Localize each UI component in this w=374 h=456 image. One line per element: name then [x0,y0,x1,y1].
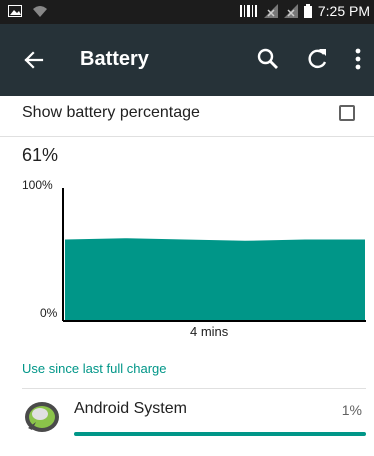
usage-bar-fill [74,432,366,436]
usage-bar [74,432,366,436]
more-vert-icon[interactable] [348,45,368,73]
app-name: Android System [74,400,187,417]
back-arrow-icon[interactable] [20,46,48,74]
battery-percent: 61% [22,145,59,165]
image-notification-icon [8,5,22,17]
divider [22,388,366,389]
app-percent: 1% [341,402,362,418]
page-title: Battery [80,48,149,70]
use-since-header: Use since last full charge [22,361,167,376]
signal-icon [263,4,278,18]
status-right: 7:25 PM [239,3,370,19]
chart-area-series [65,238,365,320]
battery-history-chart [62,188,366,322]
status-time: 7:25 PM [317,3,370,19]
signal-icon [283,4,298,18]
usage-list-item[interactable]: Android System 1% [0,390,374,456]
show-battery-percentage-label: Show battery percentage [22,104,200,121]
android-system-icon [25,402,59,432]
battery-icon [303,4,312,18]
show-battery-percentage-checkbox[interactable] [339,105,355,121]
refresh-icon[interactable] [304,45,332,73]
status-bar: 7:25 PM [0,0,374,24]
wifi-icon [33,6,47,17]
toolbar: Battery [0,24,374,96]
status-left [8,4,48,18]
chart-x-label: 4 mins [190,324,229,339]
show-battery-percentage-row[interactable]: Show battery percentage [0,96,374,137]
search-icon[interactable] [254,45,282,73]
barcode-icon [239,5,257,17]
